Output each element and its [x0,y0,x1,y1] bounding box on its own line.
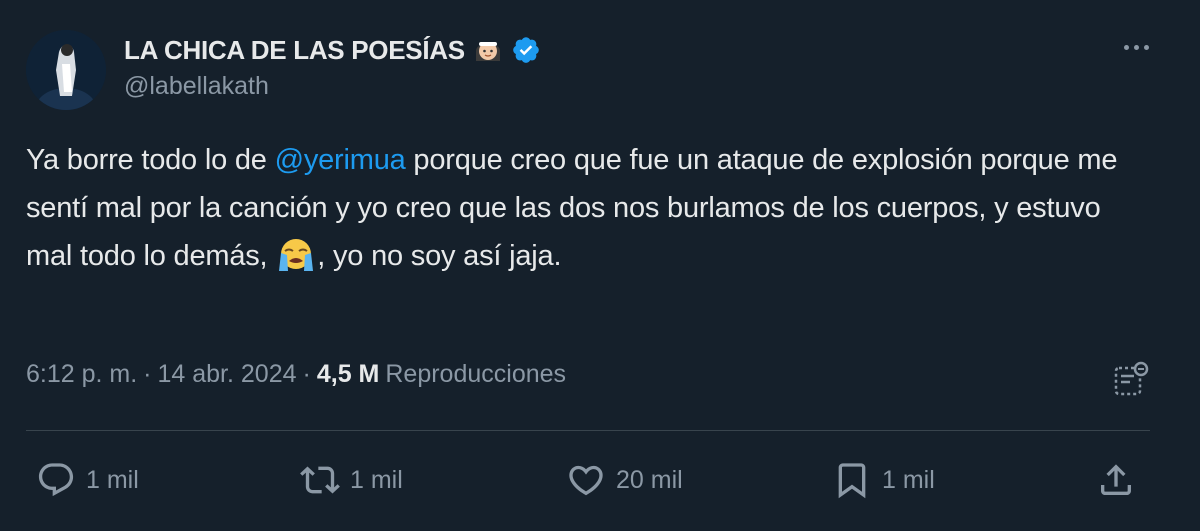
meta-separator: · [302,360,311,388]
nun-emoji-icon [473,35,503,65]
bookmark-icon [838,463,866,499]
author-handle[interactable]: @labellakath [124,72,269,101]
more-dot-icon [1123,44,1129,50]
retweet-count: 1 mil [350,465,403,494]
meta-separator: · [143,360,152,388]
reply-icon [38,463,74,497]
retweet-button[interactable]: 1 mil [300,455,403,505]
reply-button[interactable]: 1 mil [36,455,139,505]
retweet-icon [300,466,340,494]
share-icon [1101,464,1131,495]
views-label: Reproducciones [385,360,567,388]
loudly-crying-face-icon [275,237,317,273]
more-dot-icon [1143,44,1149,50]
tweet-text-part: , yo no soy así jaja. [317,240,562,272]
verified-badge-icon [511,35,541,65]
tweet-date[interactable]: 14 abr. 2024 [158,360,297,389]
more-options-button[interactable] [1116,32,1156,62]
tweet-meta: 6:12 p. m. · 14 abr. 2024 · 4,5 M Reprod… [26,360,566,389]
tweet-card: LA CHICA DE LAS POESÍAS @labellakath Ya … [0,0,1200,531]
more-dot-icon [1133,44,1139,50]
author-avatar[interactable] [26,30,106,110]
share-button[interactable] [1096,455,1136,505]
like-button[interactable]: 20 mil [566,455,683,505]
tweet-text: Ya borre todo lo de @yerimua porque creo… [26,136,1146,280]
grok-analyze-button[interactable] [1110,360,1150,400]
action-bar: 1 mil 1 mil 20 mil 1 mil [0,455,1200,505]
divider [26,430,1150,431]
author-name[interactable]: LA CHICA DE LAS POESÍAS [124,35,465,66]
views-count: 4,5 M [316,360,380,388]
heart-icon [569,465,603,496]
mention-link[interactable]: @yerimua [275,144,406,176]
author-name-row: LA CHICA DE LAS POESÍAS [124,30,541,70]
tweet-text-part: Ya borre todo lo de [26,144,275,176]
reply-count: 1 mil [86,465,139,494]
bookmark-button[interactable]: 1 mil [832,455,935,505]
like-count: 20 mil [616,465,683,494]
bookmark-list-icon [1114,361,1149,396]
tweet-time[interactable]: 6:12 p. m. [26,360,137,389]
bookmark-count: 1 mil [882,465,935,494]
